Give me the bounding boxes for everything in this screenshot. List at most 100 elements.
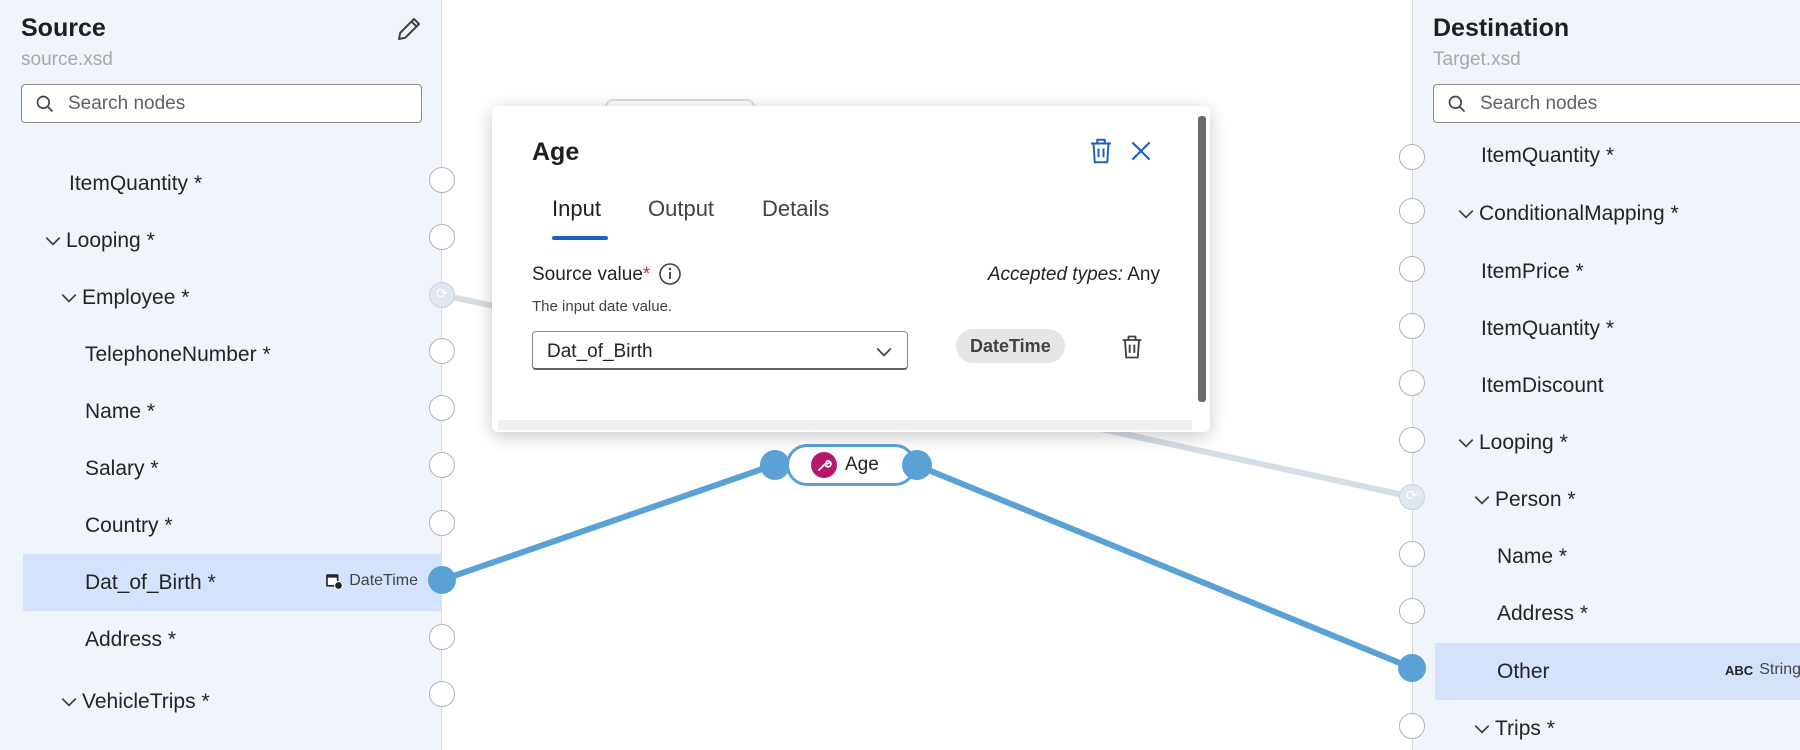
node-label: ItemDiscount [1481, 373, 1604, 397]
tree-node[interactable]: Looping * [1413, 414, 1800, 471]
type-tag: DateTime [325, 572, 418, 590]
destination-handle[interactable] [1399, 256, 1425, 282]
loop-handle[interactable] [1399, 484, 1425, 510]
search-icon [1448, 95, 1466, 113]
tree-node[interactable]: VehicleTrips * [0, 673, 442, 730]
data-mapper: Source source.xsd ItemQuantity * Looping… [0, 0, 1800, 750]
source-handle[interactable] [429, 167, 455, 193]
tree-node-selected[interactable]: Dat_of_Birth * DateTime [23, 554, 442, 611]
chevron-down-icon[interactable] [44, 232, 62, 250]
info-icon[interactable] [658, 262, 682, 286]
source-handle[interactable] [429, 452, 455, 478]
popup-title: Age [532, 138, 580, 166]
tree-node[interactable]: TelephoneNumber * [0, 326, 442, 383]
search-icon [36, 95, 54, 113]
source-handle[interactable] [429, 510, 455, 536]
tree-node[interactable]: Salary * [0, 440, 442, 497]
chevron-down-icon[interactable] [1457, 205, 1475, 223]
node-label: Dat_of_Birth * [85, 570, 216, 594]
destination-search-box[interactable] [1433, 84, 1800, 123]
node-label: Name * [85, 399, 156, 423]
chevron-down-icon[interactable] [60, 289, 78, 307]
close-icon[interactable] [1128, 138, 1154, 164]
tree-node[interactable]: Name * [1413, 528, 1800, 585]
tree-node-selected[interactable]: Other ABC String [1435, 643, 1800, 700]
destination-handle[interactable] [1399, 541, 1425, 567]
tree-node[interactable]: Employee * [0, 269, 442, 326]
tree-node[interactable]: Address * [1413, 585, 1800, 642]
field-hint: The input date value. [532, 298, 673, 315]
accepted-types: Accepted types: Any [988, 264, 1160, 286]
tree-node[interactable]: ConditionalMapping * [1413, 185, 1800, 242]
abc-icon: ABC [1725, 662, 1754, 678]
wire-age-to-destination[interactable] [914, 462, 1414, 671]
trash-icon[interactable] [1086, 136, 1116, 166]
tree-node[interactable]: Name * [0, 383, 442, 440]
wire-source-to-age[interactable] [441, 462, 775, 583]
destination-handle[interactable] [1399, 198, 1425, 224]
function-output-handle[interactable] [902, 450, 932, 480]
source-search-box[interactable] [21, 84, 422, 123]
tree-node[interactable]: Country * [0, 497, 442, 554]
loop-handle[interactable] [429, 282, 455, 308]
tree-node[interactable]: ItemQuantity * [1413, 127, 1800, 184]
destination-handle[interactable] [1399, 598, 1425, 624]
chevron-down-icon[interactable] [1457, 434, 1475, 452]
tab-details[interactable]: Details [762, 196, 829, 222]
source-title: Source [21, 14, 106, 42]
calendar-clock-icon [326, 574, 344, 590]
source-handle[interactable] [429, 681, 455, 707]
source-value-label: Source value* [532, 264, 650, 286]
function-label: Age [845, 454, 879, 475]
horizontal-scrollbar[interactable] [498, 420, 1192, 430]
tree-node[interactable]: Address * [0, 611, 442, 668]
tree-node[interactable]: Trips * [1413, 700, 1800, 750]
required-mark: * [642, 264, 651, 285]
node-label: Other [1497, 659, 1550, 683]
source-handle[interactable] [429, 338, 455, 364]
source-panel: Source source.xsd ItemQuantity * Looping… [0, 0, 442, 750]
active-tab-indicator [552, 236, 608, 240]
chevron-down-icon[interactable] [1473, 491, 1491, 509]
pencil-icon[interactable] [394, 14, 424, 44]
tree-node[interactable]: ItemPrice * [1413, 243, 1800, 300]
tree-node[interactable]: Person * [1413, 471, 1800, 528]
source-schema-name: source.xsd [21, 49, 113, 70]
node-label: Trips * [1495, 716, 1555, 740]
node-label: Looping * [66, 228, 155, 252]
node-label: Employee * [82, 285, 190, 309]
node-label: Salary * [85, 456, 159, 480]
tab-output[interactable]: Output [648, 196, 714, 222]
destination-handle[interactable] [1399, 370, 1425, 396]
destination-handle[interactable] [1399, 427, 1425, 453]
tab-input[interactable]: Input [552, 196, 601, 222]
trash-icon[interactable] [1118, 332, 1146, 362]
type-label: DateTime [349, 572, 418, 589]
source-value-dropdown[interactable]: Dat_of_Birth [532, 331, 908, 370]
tree-node[interactable]: ItemQuantity * [1413, 300, 1800, 357]
data-type-badge: DateTime [956, 329, 1065, 363]
source-search-input[interactable] [68, 85, 388, 122]
destination-search-input[interactable] [1480, 85, 1774, 122]
accepted-value: Any [1127, 264, 1160, 285]
destination-handle[interactable] [1399, 313, 1425, 339]
source-handle[interactable] [429, 395, 455, 421]
tree-node[interactable]: ItemQuantity * [0, 155, 442, 212]
dropdown-value: Dat_of_Birth [547, 341, 653, 362]
tree-node[interactable]: ItemDiscount [1413, 357, 1800, 414]
node-label: TelephoneNumber * [85, 342, 271, 366]
age-function-node[interactable]: Age [786, 444, 916, 486]
chevron-down-icon[interactable] [60, 693, 78, 711]
destination-handle[interactable] [1399, 713, 1425, 739]
source-handle[interactable] [429, 624, 455, 650]
source-handle-connected[interactable] [428, 566, 456, 594]
node-label: Person * [1495, 487, 1576, 511]
chevron-down-icon[interactable] [1473, 720, 1491, 738]
tree-node[interactable]: Looping * [0, 212, 442, 269]
destination-handle-connected[interactable] [1398, 654, 1426, 682]
source-handle[interactable] [429, 224, 455, 250]
vertical-scrollbar[interactable] [1198, 116, 1206, 402]
destination-handle[interactable] [1399, 144, 1425, 170]
node-label: ItemPrice * [1481, 259, 1584, 283]
node-label: ItemQuantity * [69, 171, 203, 195]
